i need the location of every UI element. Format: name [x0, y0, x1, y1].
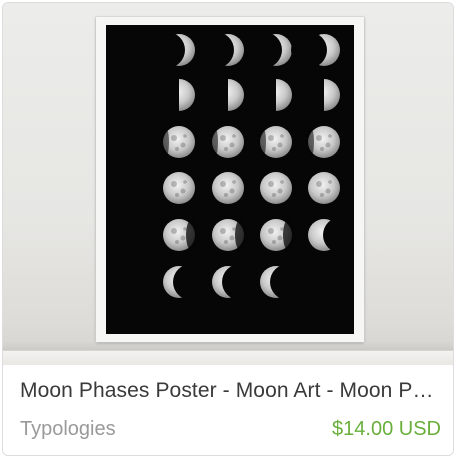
moon-first-quarter-1-1	[211, 78, 244, 112]
moon-wane-gibbous-4-2	[260, 219, 295, 251]
moon-full-3-0	[163, 172, 195, 204]
moon-wane-gibbous-4-1	[212, 219, 247, 251]
product-card[interactable]: Moon Phases Poster - Moon Art - Moon Pha…	[2, 2, 454, 456]
listing-title[interactable]: Moon Phases Poster - Moon Art - Moon Pha…	[20, 379, 440, 403]
shop-name[interactable]: Typologies	[20, 418, 116, 441]
moon-wax-thin-0-1	[198, 32, 244, 68]
moon-wax-thin-0-2	[246, 32, 292, 68]
moon-first-quarter-1-0	[162, 78, 195, 112]
moon-wax-crescent-0-3	[291, 32, 340, 68]
moon-wane-thin-5-0	[163, 264, 209, 300]
moon-phases-poster	[106, 25, 354, 334]
moon-gibbous-2-2	[258, 126, 292, 158]
moon-full-3-3	[308, 172, 340, 204]
moon-wane-gibbous-4-0	[163, 219, 198, 251]
moon-first-quarter-1-3	[307, 78, 340, 112]
moon-first-quarter-1-2	[259, 78, 292, 112]
moon-full-3-2	[260, 172, 292, 204]
moon-wane-thin-5-1	[212, 264, 258, 300]
shelf-ledge	[3, 350, 453, 365]
moon-wax-thin-0-0	[149, 32, 195, 68]
moon-phases-artwork	[149, 32, 354, 300]
moon-full-3-1	[212, 172, 244, 204]
moon-wane-thin-5-2	[260, 264, 306, 300]
moon-gibbous-2-0	[161, 126, 195, 158]
moon-gibbous-2-3	[306, 126, 340, 158]
listing-info: Moon Phases Poster - Moon Art - Moon Pha…	[3, 365, 453, 455]
poster-frame	[96, 17, 364, 342]
moon-wane-crescent-4-3	[308, 217, 354, 253]
product-photo[interactable]	[3, 3, 453, 365]
listing-price: $14.00 USD	[332, 418, 441, 440]
moon-gibbous-2-1	[210, 126, 244, 158]
